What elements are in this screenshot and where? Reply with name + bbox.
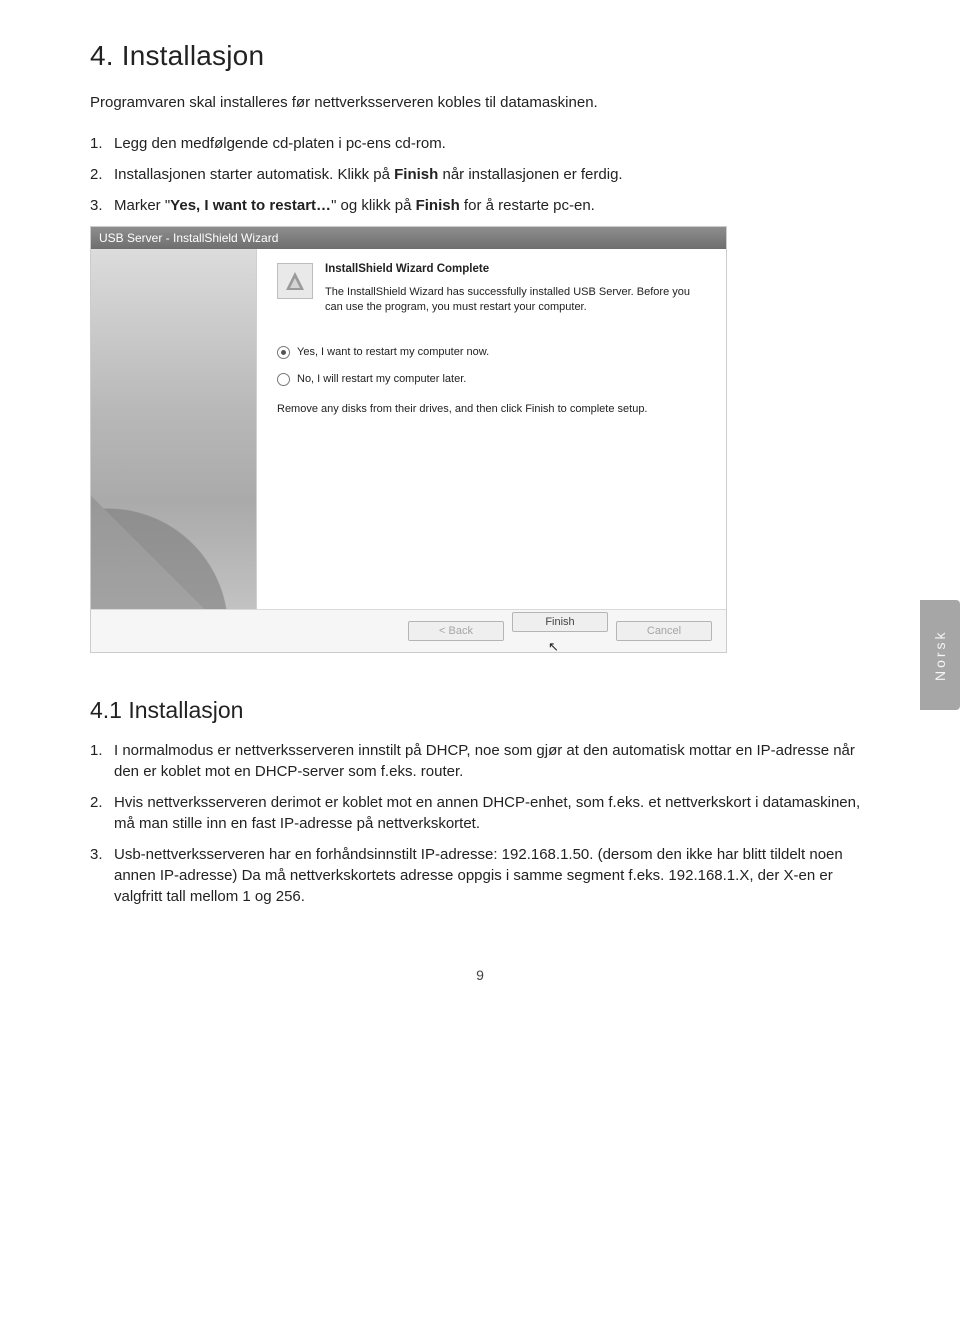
section-title: 4. Installasjon: [90, 40, 870, 72]
radio-label: Yes, I want to restart my computer now.: [297, 346, 489, 358]
step-text: Installasjonen starter automatisk. Klikk…: [114, 166, 394, 183]
section-intro: Programvaren skal installeres før nettve…: [90, 92, 870, 113]
step-text: " og klikk på: [331, 197, 416, 214]
radio-unselected-icon: [277, 373, 290, 386]
wizard-heading: InstallShield Wizard Complete: [325, 263, 706, 275]
step-text: Legg den medfølgende cd-platen i pc-ens …: [114, 135, 446, 152]
install-steps-list: Legg den medfølgende cd-platen i pc-ens …: [90, 133, 870, 216]
installer-icon: [277, 263, 313, 299]
list-item: Installasjonen starter automatisk. Klikk…: [90, 164, 870, 185]
subsection-title: 4.1 Installasjon: [90, 697, 870, 724]
wizard-side-panel: [91, 249, 257, 609]
back-button[interactable]: < Back: [408, 621, 504, 641]
step-text: Marker ": [114, 197, 170, 214]
step-text: for å restarte pc-en.: [460, 197, 595, 214]
emphasis-finish: Finish: [394, 166, 438, 183]
list-item: Legg den medfølgende cd-platen i pc-ens …: [90, 133, 870, 154]
emphasis-finish: Finish: [416, 197, 460, 214]
emphasis-restart: Yes, I want to restart…: [170, 197, 331, 214]
radio-selected-icon: [277, 346, 290, 359]
cursor-icon: ↖: [548, 639, 559, 654]
radio-restart-later[interactable]: No, I will restart my computer later.: [277, 373, 706, 386]
cancel-button[interactable]: Cancel: [616, 621, 712, 641]
wizard-side-art: [91, 409, 256, 609]
step-text: når installasjonen er ferdig.: [438, 166, 622, 183]
list-item: Usb-nettverksserveren har en forhåndsinn…: [90, 844, 870, 907]
language-side-tab: Norsk: [920, 600, 960, 710]
radio-label: No, I will restart my computer later.: [297, 373, 466, 385]
wizard-paragraph: The InstallShield Wizard has successfull…: [325, 285, 706, 316]
radio-restart-now[interactable]: Yes, I want to restart my computer now.: [277, 346, 706, 359]
wizard-titlebar: USB Server - InstallShield Wizard: [91, 227, 726, 249]
list-item: Marker "Yes, I want to restart…" og klik…: [90, 195, 870, 216]
list-item: I normalmodus er nettverksserveren innst…: [90, 740, 870, 782]
list-item: Hvis nettverksserveren derimot er koblet…: [90, 792, 870, 834]
page-number: 9: [90, 967, 870, 983]
finish-button[interactable]: Finish: [512, 612, 608, 632]
wizard-paragraph: Remove any disks from their drives, and …: [277, 402, 706, 417]
wizard-screenshot: USB Server - InstallShield Wizard Instal…: [90, 226, 727, 653]
config-steps-list: I normalmodus er nettverksserveren innst…: [90, 740, 870, 907]
